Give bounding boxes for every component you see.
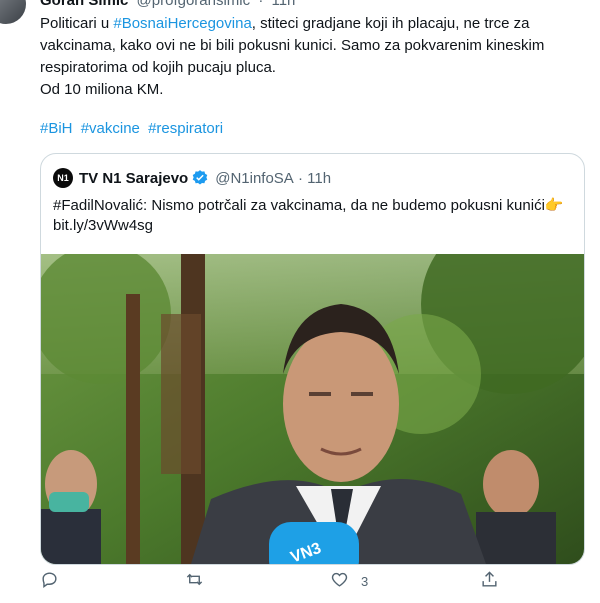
- share-icon: [480, 570, 499, 592]
- tweet-paragraph-1: Politicari u #BosnaiHercegovina, stiteci…: [40, 13, 588, 79]
- author-name[interactable]: Goran Simic: [40, 0, 128, 9]
- quoted-tweet-time: 11h: [307, 169, 332, 187]
- hashtag-vakcine[interactable]: #vakcine: [81, 120, 140, 137]
- reply-icon: [40, 570, 59, 592]
- share-button[interactable]: [480, 570, 499, 592]
- hashtag-respiratori[interactable]: #respiratori: [148, 120, 223, 137]
- quoted-photo[interactable]: VN3: [41, 214, 584, 564]
- tweet-text-prefix: Politicari u: [40, 15, 114, 32]
- microphone-icon: VN3: [269, 522, 359, 564]
- tweet-header: Goran Simic @profgoransimic · 11h: [40, 0, 295, 9]
- hashtag-bosnaihercegovina[interactable]: #BosnaiHercegovina: [113, 15, 251, 32]
- retweet-button[interactable]: [185, 570, 204, 592]
- tweet-paragraph-2: Od 10 miliona KM.: [40, 81, 164, 98]
- quoted-tweet-card[interactable]: N1 TV N1 Sarajevo @N1infoSA · 11h #Fadil…: [40, 153, 585, 565]
- retweet-icon: [185, 570, 204, 592]
- like-button[interactable]: 3: [330, 570, 368, 592]
- separator-dot: ·: [258, 0, 264, 9]
- tweet-time[interactable]: 11h: [271, 0, 295, 9]
- tweet-actions: 3: [40, 570, 560, 596]
- quoted-author-handle: @N1infoSA: [215, 169, 294, 187]
- tweet-text: Politicari u #BosnaiHercegovina, stiteci…: [40, 13, 588, 101]
- hashtag-row: #BiH #vakcine #respiratori: [40, 120, 227, 137]
- quoted-separator-dot: ·: [293, 169, 308, 187]
- like-count: 3: [361, 573, 369, 589]
- quoted-author-name: TV N1 Sarajevo: [79, 169, 189, 187]
- hashtag-bih[interactable]: #BiH: [40, 120, 73, 137]
- heart-icon: [330, 570, 349, 592]
- quoted-tweet-header: N1 TV N1 Sarajevo @N1infoSA · 11h: [53, 168, 331, 188]
- verified-badge-icon: [191, 169, 209, 187]
- quoted-tweet-text: #FadilNovalić: Nismo potrčali za vakcina…: [53, 197, 564, 234]
- reply-button[interactable]: [40, 570, 59, 592]
- author-handle[interactable]: @profgoransimic: [137, 0, 251, 9]
- author-avatar[interactable]: [0, 0, 26, 24]
- quoted-avatar: N1: [53, 168, 73, 188]
